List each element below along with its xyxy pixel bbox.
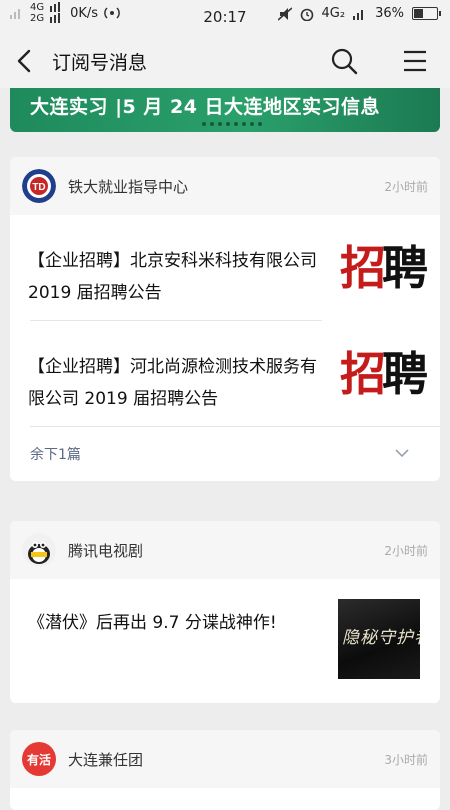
more-articles-label: 余下1篇 — [30, 447, 81, 463]
source-name: 腾讯电视剧 — [68, 542, 144, 560]
source-time: 3小时前 — [384, 753, 428, 767]
card-header[interactable]: 有活 大连兼任团 3小时前 — [10, 730, 440, 788]
card-header[interactable]: TD 铁大就业指导中心 2小时前 — [10, 157, 440, 215]
article-title: 【企业招聘】北京安科米科技有限公司 2019 届招聘公告 — [28, 251, 317, 303]
recruit-thumbnail: 招聘 — [340, 347, 428, 401]
article-banner[interactable]: 大连实习 |5 月 24 日大连地区实习信息 — [10, 88, 440, 132]
article-item[interactable]: 【企业招聘】北京安科米科技有限公司 2019 届招聘公告 招聘 — [10, 215, 440, 321]
menu-icon[interactable] — [402, 48, 428, 74]
message-card-dalian: 有活 大连兼任团 3小时前 — [10, 730, 440, 810]
drama-thumbnail-text: 隐秘守护者 — [342, 628, 420, 648]
article-item[interactable]: 《潜伏》后再出 9.7 分谍战神作! 隐秘守护者 — [10, 579, 440, 703]
source-time: 2小时前 — [384, 180, 428, 194]
banner-decoration — [202, 122, 262, 126]
more-articles-row[interactable]: 余下1篇 — [10, 427, 440, 481]
battery-fill — [414, 9, 423, 18]
message-card-tieda: TD 铁大就业指导中心 2小时前 【企业招聘】北京安科米科技有限公司 2019 … — [10, 157, 440, 481]
chevron-down-icon — [395, 449, 409, 458]
source-time: 2小时前 — [384, 544, 428, 558]
page-title: 订阅号消息 — [52, 52, 148, 74]
article-item[interactable]: 【企业招聘】河北尚源检测技术服务有限公司 2019 届招聘公告 招聘 — [10, 321, 440, 427]
search-icon[interactable] — [330, 47, 358, 75]
signal-icon-2 — [353, 9, 364, 20]
network-4g2: 4G₂ — [321, 6, 346, 21]
mute-icon — [277, 6, 292, 21]
article-title: 《潜伏》后再出 9.7 分谍战神作! — [28, 613, 277, 633]
card-header[interactable]: 腾讯电视剧 2小时前 — [10, 521, 440, 579]
article-title: 【企业招聘】河北尚源检测技术服务有限公司 2019 届招聘公告 — [28, 357, 317, 409]
drama-thumbnail: 隐秘守护者 — [338, 599, 420, 679]
svg-text:TD: TD — [32, 182, 45, 193]
source-name: 铁大就业指导中心 — [68, 178, 189, 196]
status-bar: 4G 2G 0K/s 20:17 4G₂ 36% — [0, 0, 450, 34]
back-arrow-icon[interactable] — [14, 48, 36, 74]
tencent-tv-avatar — [22, 533, 56, 567]
youhuo-avatar: 有活 — [22, 742, 56, 776]
nav-bar: 订阅号消息 — [0, 34, 450, 88]
status-right: 4G₂ 36% — [277, 6, 441, 21]
banner-title: 大连实习 |5 月 24 日大连地区实习信息 — [30, 96, 381, 118]
recruit-thumbnail: 招聘 — [340, 241, 428, 295]
message-card-tencent-tv: 腾讯电视剧 2小时前 《潜伏》后再出 9.7 分谍战神作! 隐秘守护者 — [10, 521, 440, 703]
battery-icon — [412, 7, 441, 20]
source-name: 大连兼任团 — [68, 751, 144, 769]
alarm-icon — [300, 8, 313, 21]
avatar-text: 有活 — [26, 752, 51, 767]
battery-percent: 36% — [375, 6, 404, 21]
tieda-logo-avatar: TD — [22, 169, 56, 203]
